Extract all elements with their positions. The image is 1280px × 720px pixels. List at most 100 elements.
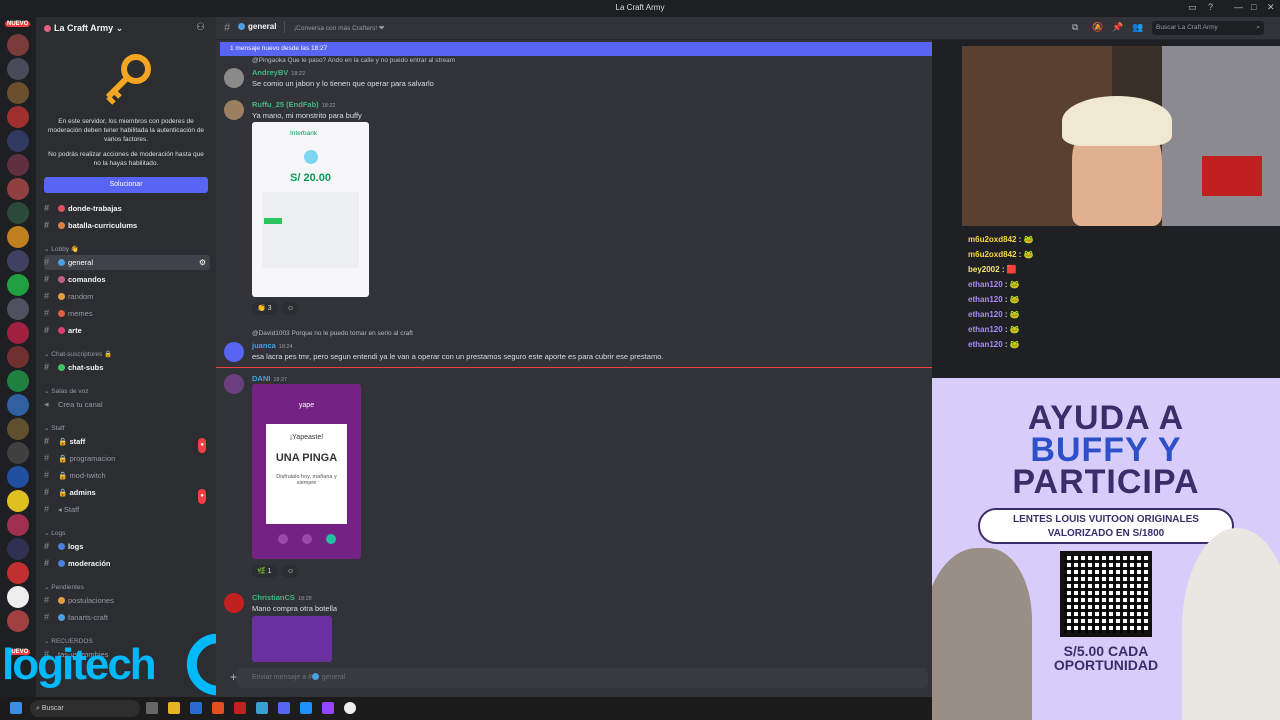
yape-receipt-image[interactable]: yape ¡Yapeaste! UNA PINGA Disfrutalo hoy…: [252, 384, 361, 559]
category-voice[interactable]: ⌄ Salas de voz: [44, 387, 88, 395]
file-explorer-icon[interactable]: [168, 702, 180, 714]
server-icon[interactable]: [7, 322, 29, 344]
members-icon[interactable]: 👥: [1132, 22, 1143, 33]
channel-logs[interactable]: # logs: [44, 539, 210, 554]
new-messages-bar[interactable]: 1 mensaje nuevo desde las 18:27: [220, 42, 932, 56]
channel-fanarts-craft[interactable]: # fanarts-craft: [44, 610, 210, 625]
channel-general[interactable]: # general ⚙: [44, 255, 210, 270]
channel-random[interactable]: # random: [44, 289, 210, 304]
category-pendientes[interactable]: ⌄ Pendientes: [44, 583, 84, 591]
server-icon[interactable]: [7, 442, 29, 464]
server-icon[interactable]: [7, 298, 29, 320]
server-icon[interactable]: [7, 58, 29, 80]
server-icon[interactable]: [7, 106, 29, 128]
qr-code[interactable]: [1060, 551, 1152, 637]
app-icon[interactable]: [322, 702, 334, 714]
reaction-button[interactable]: 🌿 1: [252, 565, 277, 578]
channel-moderacion[interactable]: # moderación: [44, 556, 210, 571]
server-icon[interactable]: [7, 610, 29, 632]
server-icon[interactable]: [7, 226, 29, 248]
close-icon[interactable]: ✕: [1267, 2, 1275, 13]
channel-crea-tu-canal[interactable]: ◂ Crea tu canal: [44, 397, 210, 412]
pin-icon[interactable]: 📌: [1112, 22, 1123, 33]
reaction-button[interactable]: 👏 3: [252, 302, 277, 315]
add-reaction-button[interactable]: ☺: [282, 302, 300, 315]
category-staff[interactable]: ⌄ Staff: [44, 424, 65, 432]
add-member-icon[interactable]: ⚇: [196, 22, 205, 33]
server-icon[interactable]: [7, 34, 29, 56]
avatar[interactable]: [224, 342, 244, 362]
username[interactable]: Ruffu_25 (EndFab) 18:22: [252, 100, 335, 109]
channel-comandos[interactable]: # comandos: [44, 272, 210, 287]
add-attachment-icon[interactable]: +: [230, 670, 237, 684]
reply-reference[interactable]: @David1003 Porque no le puedo tomar en s…: [252, 330, 413, 337]
server-icon[interactable]: [7, 346, 29, 368]
help-icon[interactable]: ?: [1208, 2, 1213, 12]
server-icon[interactable]: [7, 514, 29, 536]
settings-icon[interactable]: ⚙: [199, 255, 206, 270]
add-reaction-button[interactable]: ☺: [282, 565, 300, 578]
reply-reference[interactable]: @Pingaoka Que le paso? Ando en la calle …: [252, 57, 455, 64]
channel-staff[interactable]: # 🔒 staff ●: [44, 434, 210, 453]
username[interactable]: DANI 18:27: [252, 374, 287, 383]
channel-memes[interactable]: # memes: [44, 306, 210, 321]
server-icon[interactable]: [7, 562, 29, 584]
brave-icon[interactable]: [212, 702, 224, 714]
channel-donde-trabajas[interactable]: # donde-trabajas: [44, 201, 210, 216]
new-yape-icon[interactable]: [326, 534, 336, 544]
server-icon[interactable]: [7, 394, 29, 416]
server-name[interactable]: La Craft Army ⌄: [44, 23, 123, 34]
channel-chat-subs[interactable]: # chat-subs: [44, 360, 210, 375]
channel-arte[interactable]: # arte: [44, 323, 210, 338]
obs-icon[interactable]: [344, 702, 356, 714]
server-icon[interactable]: [7, 586, 29, 608]
channel-programacion[interactable]: # 🔒 programacion: [44, 451, 210, 466]
maximize-icon[interactable]: □: [1251, 2, 1256, 12]
taskbar-search[interactable]: ⌕ Buscar: [30, 700, 140, 717]
avatar[interactable]: [224, 68, 244, 88]
channel-postulaciones[interactable]: # postulaciones: [44, 593, 210, 608]
server-icon[interactable]: [7, 82, 29, 104]
windows-start-icon[interactable]: [10, 702, 22, 714]
avatar[interactable]: [224, 593, 244, 613]
username[interactable]: AndreyBV 18:22: [252, 68, 305, 77]
server-icon[interactable]: [7, 250, 29, 272]
username[interactable]: juanca 18:24: [252, 341, 293, 350]
channel-admins[interactable]: # 🔒 admins ●: [44, 485, 210, 504]
category-logs[interactable]: ⌄ Logs: [44, 529, 65, 537]
mute-icon[interactable]: 🔕: [1092, 22, 1103, 33]
channel-staff-voice[interactable]: # ◂ Staff: [44, 502, 210, 517]
attached-image[interactable]: [252, 616, 332, 662]
avatar[interactable]: [224, 100, 244, 120]
interbank-receipt-image[interactable]: Interbank S/ 20.00: [252, 122, 369, 297]
threads-icon[interactable]: ⧉: [1072, 22, 1078, 33]
channel-mod-twitch[interactable]: # 🔒 mod-twitch: [44, 468, 210, 483]
edge-icon[interactable]: [300, 702, 312, 714]
username[interactable]: ChristianCS 18:28: [252, 593, 312, 602]
server-icon[interactable]: [7, 154, 29, 176]
server-icon[interactable]: [7, 130, 29, 152]
search-input[interactable]: Buscar La Craft Army ⌕: [1152, 21, 1264, 35]
server-icon[interactable]: [7, 538, 29, 560]
category-lobby[interactable]: ⌄ Lobby 👋: [44, 245, 79, 253]
share-icon[interactable]: [278, 534, 288, 544]
server-icon[interactable]: [7, 490, 29, 512]
avatar[interactable]: [224, 374, 244, 394]
fix-button[interactable]: Solucionar: [44, 177, 208, 193]
server-icon[interactable]: [7, 466, 29, 488]
server-icon[interactable]: [7, 202, 29, 224]
server-icon[interactable]: [7, 370, 29, 392]
task-view-icon[interactable]: [146, 702, 158, 714]
server-icon[interactable]: [7, 274, 29, 296]
minimize-icon[interactable]: —: [1234, 2, 1243, 12]
category-chat-suscriptores[interactable]: ⌄ Chat-suscriptores 🔒: [44, 350, 112, 358]
app-icon[interactable]: [256, 702, 268, 714]
server-icon[interactable]: [7, 418, 29, 440]
inbox-icon[interactable]: ▭: [1188, 2, 1197, 13]
app-icon[interactable]: [234, 702, 246, 714]
store-icon[interactable]: [190, 702, 202, 714]
discord-icon[interactable]: [278, 702, 290, 714]
home-icon[interactable]: [302, 534, 312, 544]
message-composer[interactable]: + Enviar mensaje a # general: [230, 668, 928, 688]
server-icon[interactable]: [7, 178, 29, 200]
